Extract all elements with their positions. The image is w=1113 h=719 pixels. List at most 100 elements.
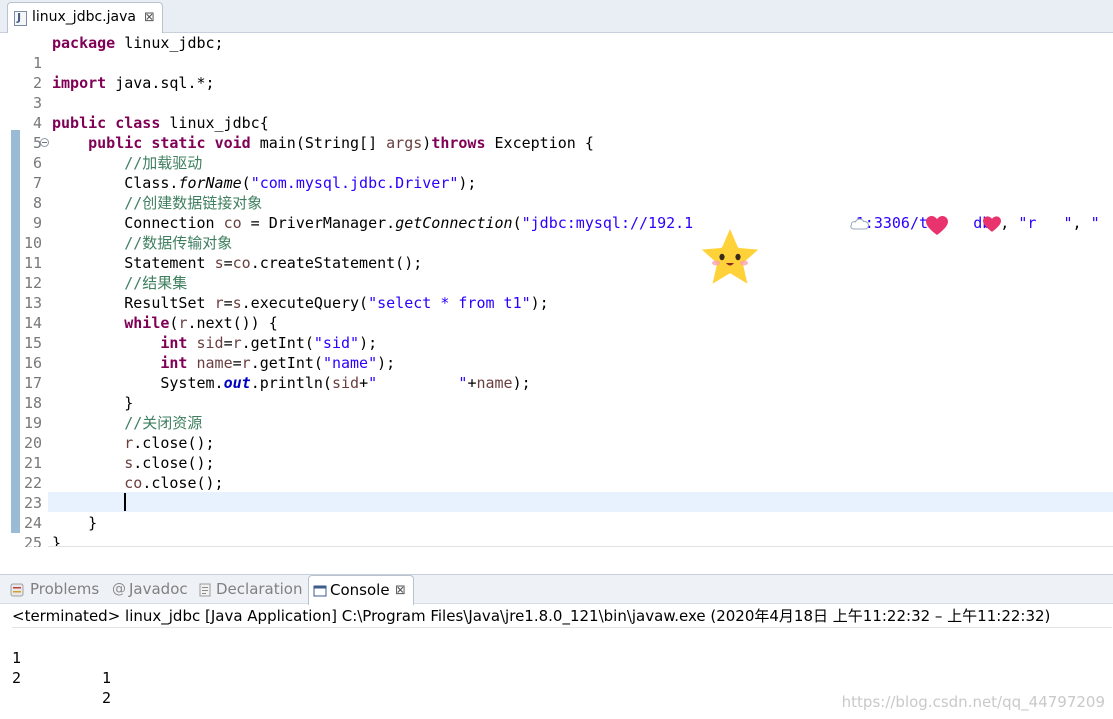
console-line: 2 2 (12, 648, 111, 707)
code-text: ); (530, 294, 549, 312)
code-line: 12 Statement s=co.createStatement(); (0, 253, 1113, 292)
panel-tab-bar: Problems @ Javadoc Declaration Console ⊠ (0, 574, 1113, 605)
code-text: .next()) { (187, 314, 278, 332)
code-text: ); (458, 174, 477, 192)
code-text: , (1072, 214, 1091, 232)
local-variable: s (214, 254, 224, 272)
code-text: .println( (250, 374, 332, 392)
local-variable: s (232, 294, 242, 312)
tab-problems[interactable]: Problems (10, 575, 110, 605)
code-text: Connection (52, 214, 224, 232)
local-variable: r (232, 334, 242, 352)
local-variable: co (223, 214, 242, 232)
tab-label: Declaration (216, 580, 303, 598)
code-text: Exception { (485, 134, 594, 152)
local-variable: s (124, 454, 134, 472)
code-line: 4 (0, 93, 1113, 132)
code-text: = (223, 294, 233, 312)
code-line: 26 } (0, 533, 1113, 547)
watermark: https://blog.csdn.net/qq_44797209 (841, 693, 1105, 711)
code-line: 13 //结果集 (0, 273, 1113, 312)
tab-label: Javadoc (129, 580, 188, 598)
console-line: 1 1 (12, 628, 111, 687)
obscured-text (1036, 214, 1063, 232)
comment: //数据传输对象 (124, 234, 233, 252)
string-literal: "com.mysql.jdbc.Driver" (250, 174, 459, 192)
static-method: forName (178, 174, 242, 192)
tab-label: Console (330, 581, 390, 599)
code-line: 1 package linux_jdbc; (0, 33, 1113, 72)
local-variable: sid (331, 374, 360, 392)
problems-icon (10, 583, 24, 597)
close-icon[interactable]: ⊠ (144, 10, 155, 25)
close-icon[interactable]: ⊠ (395, 583, 406, 598)
comment: //加载驱动 (124, 154, 203, 172)
string-literal: "name" (322, 354, 378, 372)
code-line: 17 int name=r.getInt("name"); (0, 353, 1113, 392)
code-editor[interactable]: 1 package linux_jdbc; 2 3 import java.sq… (0, 33, 1113, 547)
keyword: public (52, 114, 107, 132)
tab-console[interactable]: Console ⊠ (308, 575, 414, 605)
fold-collapse-icon[interactable] (40, 138, 49, 147)
code-text: .close(); (133, 454, 215, 472)
code-text: .close(); (133, 434, 215, 452)
keyword: void (214, 134, 251, 152)
horizontal-scrollbar[interactable]: < (48, 546, 1113, 547)
string-literal: " " (368, 374, 468, 392)
code-text: ( (241, 174, 251, 192)
at-icon: @ (112, 581, 126, 597)
tab-declaration[interactable]: Declaration (198, 575, 304, 605)
code-text: .getInt( (241, 334, 314, 352)
code-line: 7 //加载驱动 (0, 153, 1113, 192)
tab-javadoc[interactable]: @ Javadoc (112, 575, 194, 605)
keyword: class (115, 114, 161, 132)
code-line: 8 Class.forName("com.mysql.jdbc.Driver")… (0, 173, 1113, 212)
code-text: .getInt( (250, 354, 323, 372)
obscured-text (1100, 214, 1113, 232)
editor-tab-label: linux_jdbc.java (32, 9, 136, 25)
code-line: 11 //数据传输对象 (0, 233, 1113, 272)
code-text: ); (512, 374, 531, 392)
console-status: <terminated> linux_jdbc [Java Applicatio… (12, 604, 1112, 628)
editor-tab-linux-jdbc[interactable]: linux_jdbc.java ⊠ (7, 2, 163, 33)
code-line: 25 } (0, 513, 1113, 547)
keyword: static (151, 134, 206, 152)
local-variable: name (476, 374, 513, 392)
code-line: 21 r.close(); (0, 433, 1113, 472)
code-text: .close(); (142, 474, 224, 492)
code-text: + (359, 374, 369, 392)
editor-tab-bar: linux_jdbc.java ⊠ (0, 0, 1113, 33)
string-literal: "sid" (313, 334, 360, 352)
code-text: .createStatement(); (250, 254, 423, 272)
code-text: , (1000, 214, 1019, 232)
keyword: import (52, 74, 107, 92)
code-text: ) (422, 134, 432, 152)
code-text: } (52, 394, 134, 412)
code-text: = DriverManager. (241, 214, 396, 232)
comment: //创建数据链接对象 (124, 194, 263, 212)
code-text: ); (359, 334, 378, 352)
obscured-text (946, 214, 973, 232)
console-value: 2 (12, 669, 22, 687)
code-text: } (52, 514, 98, 532)
code-line: 19 } (0, 393, 1113, 432)
code-text: System. (52, 374, 224, 392)
code-line: 20 //关闭资源 (0, 413, 1113, 452)
code-text: java.sql.*; (106, 74, 215, 92)
console-value: 2 (102, 689, 112, 707)
code-line: 22 s.close(); (0, 453, 1113, 492)
local-variable: sid (196, 334, 224, 352)
code-line: 15 while(r.next()) { (0, 313, 1113, 352)
